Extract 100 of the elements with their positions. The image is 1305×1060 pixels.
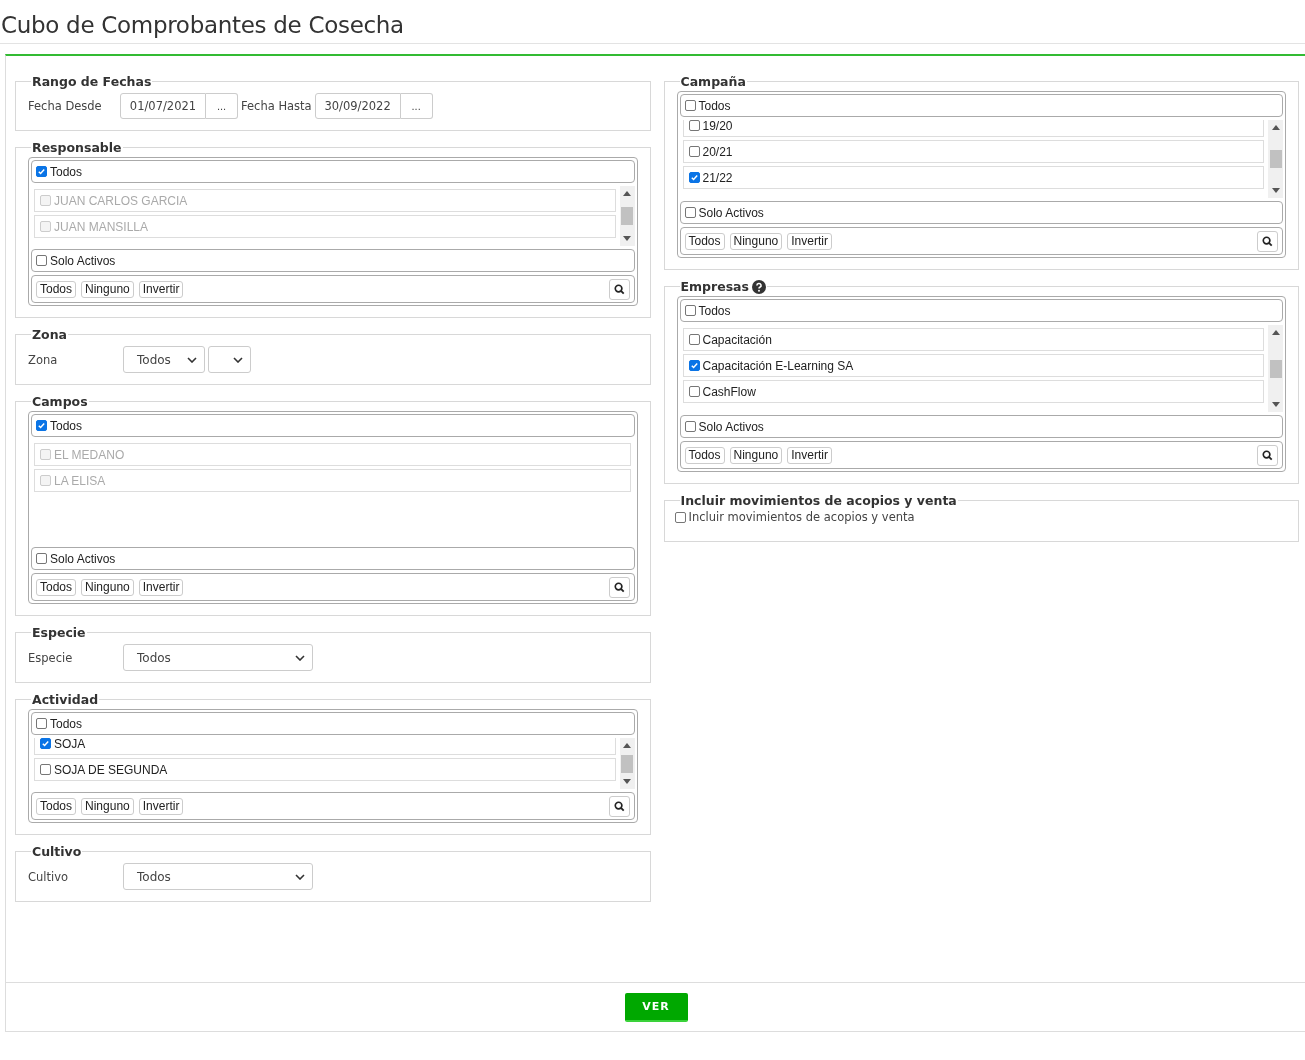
item-label: JUAN MANSILLA bbox=[54, 219, 149, 234]
checkbox[interactable] bbox=[688, 386, 700, 397]
item-label: Solo Activos bbox=[698, 419, 764, 434]
checkbox[interactable] bbox=[688, 334, 700, 345]
scroll-up-icon[interactable] bbox=[623, 743, 631, 748]
checkbox[interactable] bbox=[674, 511, 686, 523]
scroll-down-icon[interactable] bbox=[623, 779, 631, 784]
search-button[interactable] bbox=[1257, 444, 1278, 466]
checkbox[interactable] bbox=[36, 255, 47, 266]
help-icon[interactable] bbox=[752, 279, 766, 294]
list-item[interactable]: SOJA DE SEGUNDA bbox=[34, 758, 616, 781]
scroll-down-icon[interactable] bbox=[623, 236, 631, 241]
search-icon bbox=[613, 800, 625, 812]
scroll-thumb[interactable] bbox=[621, 207, 633, 225]
scrollbar[interactable] bbox=[1268, 120, 1283, 198]
item-label: JUAN CARLOS GARCIA bbox=[54, 193, 188, 208]
checkbox[interactable] bbox=[40, 738, 51, 749]
select-button[interactable]: Todos bbox=[36, 797, 77, 815]
date-field[interactable]: 30/09/2022 bbox=[314, 93, 401, 119]
checkbox[interactable] bbox=[688, 146, 700, 157]
list-item[interactable]: CashFlow bbox=[682, 380, 1264, 403]
calendar-button[interactable]: ... bbox=[400, 93, 433, 119]
select-button[interactable]: Invertir bbox=[138, 578, 184, 596]
section-legend: Campaña bbox=[680, 74, 746, 89]
checkbox[interactable] bbox=[684, 100, 696, 111]
checkbox[interactable] bbox=[688, 360, 700, 371]
select-button[interactable]: Ninguno bbox=[81, 797, 134, 815]
scroll-up-icon[interactable] bbox=[1271, 125, 1280, 130]
checkbox[interactable] bbox=[40, 764, 51, 775]
page-title: Cubo de Comprobantes de Cosecha bbox=[0, 0, 1305, 44]
chevron-down-icon bbox=[187, 356, 197, 363]
solo-activos-row[interactable]: Solo Activos bbox=[679, 415, 1283, 438]
chevron-down-icon bbox=[295, 873, 305, 880]
search-icon bbox=[1262, 449, 1273, 461]
list-item[interactable]: Capacitación E-Learning SA bbox=[682, 354, 1264, 377]
checkbox[interactable] bbox=[684, 207, 696, 218]
solo-activos-row[interactable]: Solo Activos bbox=[679, 201, 1283, 224]
checkbox[interactable] bbox=[36, 718, 47, 729]
checkbox[interactable] bbox=[684, 421, 696, 432]
item-label: CashFlow bbox=[702, 384, 756, 399]
select-button[interactable]: Invertir bbox=[138, 797, 184, 815]
checkbox[interactable] bbox=[688, 120, 700, 131]
scroll-up-icon[interactable] bbox=[1271, 330, 1280, 335]
item-label: Solo Activos bbox=[50, 253, 116, 268]
item-label: 19/20 bbox=[702, 120, 733, 133]
select-button[interactable]: Ninguno bbox=[81, 578, 134, 596]
section-legend: Zona bbox=[32, 327, 67, 342]
list-item[interactable]: 21/22 bbox=[682, 166, 1264, 189]
select-all-row[interactable]: Todos bbox=[31, 414, 635, 437]
dropdown[interactable]: Todos bbox=[123, 644, 313, 671]
select-button[interactable]: Invertir bbox=[787, 446, 832, 464]
search-icon bbox=[613, 581, 625, 593]
checkbox[interactable] bbox=[36, 553, 47, 564]
dropdown[interactable]: Todos bbox=[123, 346, 205, 373]
checkbox[interactable] bbox=[36, 420, 47, 431]
item-label: 20/21 bbox=[702, 144, 733, 159]
select-button[interactable]: Ninguno bbox=[729, 446, 783, 464]
item-label: Todos bbox=[698, 303, 731, 318]
select-button[interactable]: Invertir bbox=[787, 232, 832, 250]
solo-activos-row[interactable]: Solo Activos bbox=[31, 547, 635, 570]
checkbox[interactable] bbox=[36, 166, 47, 177]
search-button[interactable] bbox=[608, 278, 630, 300]
search-button[interactable] bbox=[1257, 230, 1278, 252]
scrollbar[interactable] bbox=[1268, 325, 1283, 412]
select-button[interactable]: Todos bbox=[36, 578, 77, 596]
item-label: Solo Activos bbox=[50, 551, 116, 566]
select-all-row[interactable]: Todos bbox=[31, 712, 635, 735]
scroll-down-icon[interactable] bbox=[1271, 188, 1280, 193]
calendar-button[interactable]: ... bbox=[206, 93, 238, 119]
list-item[interactable]: Capacitación bbox=[682, 328, 1264, 351]
date-field[interactable]: 01/07/2021 bbox=[120, 93, 206, 119]
select-button[interactable]: Ninguno bbox=[729, 232, 783, 250]
select-button[interactable]: Invertir bbox=[138, 280, 184, 298]
scroll-thumb[interactable] bbox=[621, 754, 633, 773]
scrollbar[interactable] bbox=[619, 186, 635, 246]
select-all-row[interactable]: Todos bbox=[31, 160, 635, 183]
section-legend: Incluir movimientos de acopios y venta bbox=[680, 493, 957, 508]
chevron-down-icon bbox=[295, 654, 305, 661]
list-item[interactable]: 20/21 bbox=[682, 140, 1264, 163]
scroll-thumb[interactable] bbox=[1269, 359, 1282, 378]
select-button[interactable]: Todos bbox=[684, 446, 725, 464]
scroll-thumb[interactable] bbox=[1269, 150, 1282, 168]
chevron-down-icon bbox=[233, 356, 243, 363]
select-button[interactable]: Ninguno bbox=[81, 280, 134, 298]
checkbox[interactable] bbox=[684, 305, 696, 316]
select-all-row[interactable]: Todos bbox=[679, 94, 1283, 117]
solo-activos-row[interactable]: Solo Activos bbox=[31, 249, 635, 272]
scrollbar[interactable] bbox=[619, 738, 635, 789]
dropdown[interactable]: Todos bbox=[123, 863, 313, 890]
scroll-up-icon[interactable] bbox=[623, 191, 631, 196]
search-button[interactable] bbox=[608, 576, 630, 598]
checkbox[interactable] bbox=[688, 172, 700, 183]
search-button[interactable] bbox=[608, 795, 630, 817]
select-button[interactable]: Todos bbox=[36, 280, 77, 298]
select-all-row[interactable]: Todos bbox=[679, 299, 1283, 322]
scroll-down-icon[interactable] bbox=[1271, 402, 1280, 407]
item-label: SOJA bbox=[54, 738, 86, 751]
list-item[interactable]: SOJA bbox=[34, 738, 616, 755]
select-button[interactable]: Todos bbox=[684, 232, 725, 250]
list-item[interactable]: 19/20 bbox=[682, 120, 1264, 137]
